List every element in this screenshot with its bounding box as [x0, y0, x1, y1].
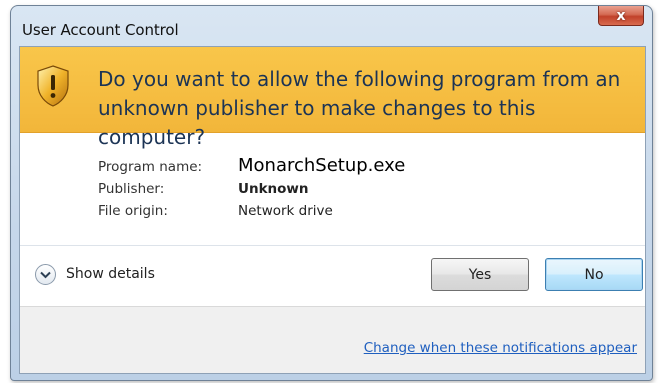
warning-banner: Do you want to allow the following progr… [20, 47, 645, 149]
footer: Change when these notifications appear [20, 306, 645, 373]
publisher-value: Unknown [238, 181, 309, 197]
change-notifications-link[interactable]: Change when these notifications appear [364, 340, 637, 356]
title-bar: User Account Control x [11, 6, 652, 46]
details-bar: Show details Yes No [20, 245, 645, 305]
dialog-content: Do you want to allow the following progr… [19, 46, 646, 374]
question-text: Do you want to allow the following progr… [98, 67, 621, 149]
file-origin-label: File origin: [98, 203, 168, 219]
show-details-link[interactable]: Show details [66, 266, 155, 282]
yes-button[interactable]: Yes [431, 258, 529, 291]
publisher-label: Publisher: [98, 181, 165, 197]
file-origin-value: Network drive [238, 203, 333, 219]
program-name-label: Program name: [98, 159, 203, 175]
close-button[interactable]: x [598, 6, 644, 26]
program-name-value: MonarchSetup.exe [238, 155, 406, 176]
show-details-toggle[interactable] [35, 264, 56, 285]
no-button[interactable]: No [545, 258, 643, 291]
window-title: User Account Control [22, 21, 179, 39]
close-icon: x [616, 7, 626, 24]
uac-dialog-window: User Account Control x Do you want to al… [10, 5, 653, 381]
chevron-down-icon [40, 271, 51, 278]
warning-shield-icon [37, 65, 69, 107]
